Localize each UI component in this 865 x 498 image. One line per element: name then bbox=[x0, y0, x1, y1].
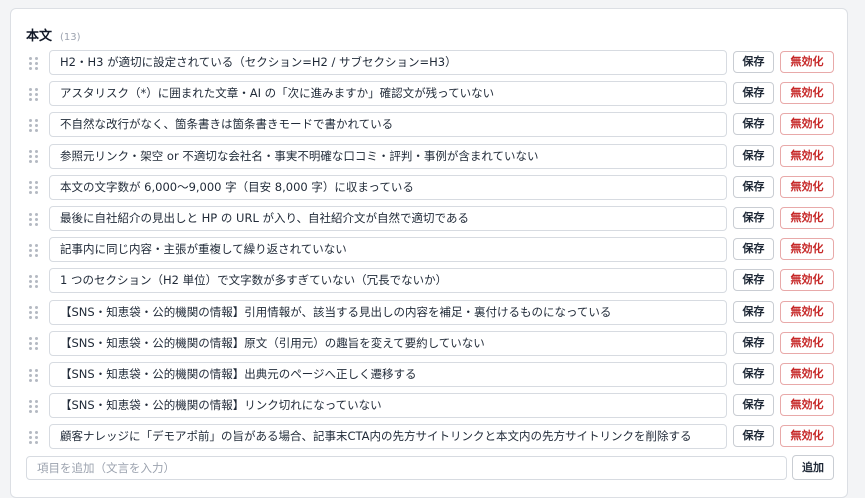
checklist-row: 参照元リンク・架空 or 不適切な会社名・事実不明確な口コミ・評判・事例が含まれ… bbox=[11, 142, 847, 173]
save-button[interactable]: 保存 bbox=[733, 175, 774, 198]
save-button[interactable]: 保存 bbox=[733, 51, 774, 73]
checklist-row: H2・H3 が適切に設定されている（セクション=H2 / サブセクション=H3）… bbox=[11, 48, 847, 79]
item-text-field[interactable]: 1 つのセクション（H2 単位）で文字数が多すぎていない（冗長でないか） bbox=[49, 268, 727, 294]
item-text-field[interactable]: 不自然な改行がなく、箇条書きは箇条書きモードで書かれている bbox=[49, 112, 727, 138]
disable-button[interactable]: 無効化 bbox=[780, 82, 834, 105]
save-button[interactable]: 保存 bbox=[733, 207, 774, 229]
checklist-row: 本文の文字数が 6,000〜9,000 字（目安 8,000 字）に収まっている… bbox=[11, 173, 847, 204]
item-text-field[interactable]: 【SNS・知恵袋・公的機関の情報】原文（引用元）の趣旨を変えて要約していない bbox=[49, 330, 727, 356]
checklist-row: 【SNS・知恵袋・公的機関の情報】引用情報が、該当する見出しの内容を補足・裏付け… bbox=[11, 298, 847, 329]
disable-button[interactable]: 無効化 bbox=[780, 300, 834, 323]
drag-handle-icon[interactable] bbox=[29, 150, 39, 164]
save-button[interactable]: 保存 bbox=[733, 82, 774, 105]
item-text-field[interactable]: 最後に自社紹介の見出しと HP の URL が入り、自社紹介文が自然で適切である bbox=[49, 206, 727, 231]
save-button[interactable]: 保存 bbox=[733, 363, 774, 385]
drag-handle-icon[interactable] bbox=[29, 399, 39, 413]
checklist-row: 記事内に同じ内容・主張が重複して繰り返されていない 保存 無効化 bbox=[11, 235, 847, 266]
checklist-row: 【SNS・知恵袋・公的機関の情報】原文（引用元）の趣旨を変えて要約していない 保存… bbox=[11, 329, 847, 360]
drag-handle-icon[interactable] bbox=[29, 306, 39, 320]
disable-button[interactable]: 無効化 bbox=[780, 175, 834, 198]
item-text-field[interactable]: 【SNS・知恵袋・公的機関の情報】リンク切れになっていない bbox=[49, 393, 727, 419]
drag-handle-icon[interactable] bbox=[29, 337, 39, 351]
disable-button[interactable]: 無効化 bbox=[780, 207, 834, 229]
disable-button[interactable]: 無効化 bbox=[780, 425, 834, 448]
item-text-field[interactable]: 【SNS・知恵袋・公的機関の情報】引用情報が、該当する見出しの内容を補足・裏付け… bbox=[49, 299, 727, 325]
disable-button[interactable]: 無効化 bbox=[780, 238, 834, 261]
item-text-field[interactable]: 本文の文字数が 6,000〜9,000 字（目安 8,000 字）に収まっている bbox=[49, 174, 727, 200]
add-item-row: 追加 bbox=[11, 455, 847, 481]
disable-button[interactable]: 無効化 bbox=[780, 269, 834, 292]
checklist-panel: 本文 (13) H2・H3 が適切に設定されている（セクション=H2 / サブセ… bbox=[10, 8, 848, 498]
section-header: 本文 (13) bbox=[26, 25, 81, 44]
drag-handle-icon[interactable] bbox=[29, 87, 39, 101]
save-button[interactable]: 保存 bbox=[733, 113, 774, 136]
drag-handle-icon[interactable] bbox=[29, 118, 39, 132]
item-text-field[interactable]: 顧客ナレッジに「デモアポ前」の旨がある場合、記事末CTA内の先方サイトリンクと本… bbox=[49, 424, 727, 450]
disable-button[interactable]: 無効化 bbox=[780, 363, 834, 385]
checklist-row: 【SNS・知恵袋・公的機関の情報】出典元のページへ正しく遷移する 保存 無効化 bbox=[11, 360, 847, 391]
item-count: (13) bbox=[60, 32, 81, 43]
save-button[interactable]: 保存 bbox=[733, 300, 774, 323]
save-button[interactable]: 保存 bbox=[733, 144, 774, 167]
add-item-input[interactable] bbox=[26, 456, 787, 480]
save-button[interactable]: 保存 bbox=[733, 425, 774, 448]
disable-button[interactable]: 無効化 bbox=[780, 331, 834, 354]
item-text-field[interactable]: H2・H3 が適切に設定されている（セクション=H2 / サブセクション=H3） bbox=[49, 50, 727, 75]
save-button[interactable]: 保存 bbox=[733, 269, 774, 292]
disable-button[interactable]: 無効化 bbox=[780, 144, 834, 167]
disable-button[interactable]: 無効化 bbox=[780, 113, 834, 136]
checklist-row: 最後に自社紹介の見出しと HP の URL が入り、自社紹介文が自然で適切である… bbox=[11, 204, 847, 235]
checklist-row: 顧客ナレッジに「デモアポ前」の旨がある場合、記事末CTA内の先方サイトリンクと本… bbox=[11, 422, 847, 453]
drag-handle-icon[interactable] bbox=[29, 274, 39, 288]
drag-handle-icon[interactable] bbox=[29, 212, 39, 226]
drag-handle-icon[interactable] bbox=[29, 368, 39, 382]
disable-button[interactable]: 無効化 bbox=[780, 394, 834, 417]
drag-handle-icon[interactable] bbox=[29, 243, 39, 257]
item-text-field[interactable]: 記事内に同じ内容・主張が重複して繰り返されていない bbox=[49, 237, 727, 263]
checklist-row: 1 つのセクション（H2 単位）で文字数が多すぎていない（冗長でないか） 保存 無効… bbox=[11, 266, 847, 297]
section-title: 本文 bbox=[26, 29, 53, 44]
checklist-row: 【SNS・知恵袋・公的機関の情報】リンク切れになっていない 保存 無効化 bbox=[11, 391, 847, 422]
disable-button[interactable]: 無効化 bbox=[780, 51, 834, 73]
save-button[interactable]: 保存 bbox=[733, 394, 774, 417]
item-text-field[interactable]: アスタリスク（*）に囲まれた文章・AI の「次に進みますか」確認文が残っていない bbox=[49, 81, 727, 107]
drag-handle-icon[interactable] bbox=[29, 430, 39, 444]
save-button[interactable]: 保存 bbox=[733, 238, 774, 261]
add-button[interactable]: 追加 bbox=[792, 455, 834, 480]
item-text-field[interactable]: 参照元リンク・架空 or 不適切な会社名・事実不明確な口コミ・評判・事例が含まれ… bbox=[49, 143, 727, 169]
item-text-field[interactable]: 【SNS・知恵袋・公的機関の情報】出典元のページへ正しく遷移する bbox=[49, 362, 727, 387]
checklist-row: アスタリスク（*）に囲まれた文章・AI の「次に進みますか」確認文が残っていない… bbox=[11, 79, 847, 110]
checklist-row: 不自然な改行がなく、箇条書きは箇条書きモードで書かれている 保存 無効化 bbox=[11, 110, 847, 141]
drag-handle-icon[interactable] bbox=[29, 181, 39, 195]
save-button[interactable]: 保存 bbox=[733, 331, 774, 354]
drag-handle-icon[interactable] bbox=[29, 56, 39, 70]
